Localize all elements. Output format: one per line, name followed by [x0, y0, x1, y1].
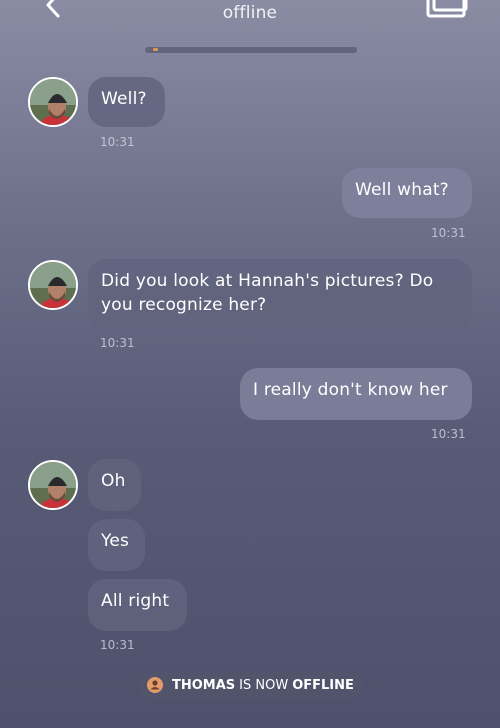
status-notice-text: IS NOW [239, 677, 289, 693]
message-text: Oh [101, 471, 126, 491]
contact-avatar[interactable] [28, 260, 78, 310]
gallery-button[interactable] [424, 0, 470, 20]
message-text: Well what? [355, 180, 449, 200]
avatar-photo [30, 79, 76, 125]
chat-header: offline [0, 0, 500, 40]
message-text: Did you look at Hannah's pictures? Do yo… [101, 271, 434, 315]
message-time: 10:31 [431, 427, 466, 441]
message-text: Yes [101, 531, 130, 551]
message-bubble-incoming[interactable]: Well? [88, 77, 165, 127]
message-bubble-incoming[interactable]: All right [88, 579, 187, 631]
message-bubble-incoming[interactable]: Did you look at Hannah's pictures? Do yo… [88, 259, 472, 330]
status-notice: THOMAS IS NOW OFFLINE [138, 672, 362, 698]
status-notice-name: THOMAS [172, 677, 236, 693]
message-text: Well? [101, 89, 147, 109]
message-text: I really don't know her [253, 380, 448, 400]
message-bubble-incoming[interactable]: Yes [88, 519, 145, 571]
gallery-icon [426, 0, 468, 18]
header-divider [145, 47, 357, 53]
message-time: 10:31 [100, 135, 135, 149]
contact-avatar[interactable] [28, 460, 78, 510]
message-text: All right [101, 591, 170, 611]
user-icon [147, 677, 163, 693]
message-time: 10:31 [100, 638, 135, 652]
message-time: 10:31 [100, 336, 135, 350]
message-bubble-incoming[interactable]: Oh [88, 459, 141, 511]
avatar-photo [30, 262, 76, 308]
avatar-photo [30, 462, 76, 508]
status-notice-state: OFFLINE [292, 677, 354, 693]
message-bubble-outgoing[interactable]: Well what? [342, 168, 472, 218]
message-bubble-outgoing[interactable]: I really don't know her [240, 368, 472, 420]
message-time: 10:31 [431, 226, 466, 240]
contact-avatar[interactable] [28, 77, 78, 127]
